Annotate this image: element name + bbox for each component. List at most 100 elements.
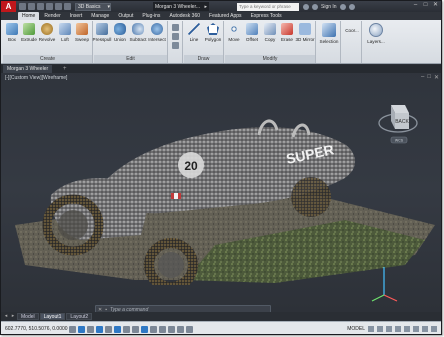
coordinates-button[interactable]: Coor... [343, 23, 361, 33]
presspull-button[interactable]: Presspull [93, 23, 111, 42]
snap-mode-icon[interactable] [78, 325, 85, 333]
maximize-icon[interactable]: □ [422, 2, 429, 9]
tab-layout2[interactable]: Layout2 [66, 312, 93, 320]
drawing-viewport[interactable]: Morgan 3 Wheeler + [-][Custom View][Wire… [1, 65, 441, 312]
move-icon [228, 23, 240, 35]
erase-button[interactable]: Erase [279, 23, 295, 42]
tab-express-tools[interactable]: Express Tools [247, 12, 286, 20]
selection-button[interactable]: Selection [318, 23, 340, 44]
isolate-objects-icon[interactable] [422, 326, 428, 332]
grid-display-icon[interactable] [87, 325, 94, 333]
tab-layout1[interactable]: Layout1 [39, 312, 66, 320]
tab-insert[interactable]: Insert [66, 12, 87, 20]
open-file-icon[interactable] [28, 3, 35, 10]
tab-model[interactable]: Model [17, 312, 39, 320]
selection-cycling-icon[interactable] [186, 325, 193, 333]
panel-draw-title[interactable]: Draw [184, 55, 223, 63]
polar-tracking-icon[interactable] [105, 325, 112, 333]
last-layout-icon[interactable]: ▸ [10, 313, 16, 319]
union-button[interactable]: Union [112, 23, 128, 42]
tab-manage[interactable]: Manage [87, 12, 113, 20]
wcs-menu-label[interactable]: WCS [395, 139, 404, 143]
3d-mirror-label: 3D Mirror [295, 37, 315, 42]
model-space-toggle[interactable]: MODEL [347, 326, 365, 332]
panel-misc [169, 21, 183, 63]
revolve-button[interactable]: Revolve [39, 23, 55, 42]
object-snap-icon[interactable] [114, 325, 121, 333]
panel-create-title[interactable]: Create [3, 55, 92, 63]
undo-icon[interactable] [55, 3, 62, 10]
viewport-minimize-icon[interactable]: – [421, 74, 424, 81]
solid-edit-icon[interactable] [172, 24, 179, 31]
viewport-controls-label[interactable]: [-][Custom View][Wireframe] [5, 75, 67, 81]
quick-view-drawings-icon[interactable] [377, 326, 383, 332]
intersect-button[interactable]: Intersect [148, 23, 166, 42]
tab-home[interactable]: Home [18, 12, 40, 20]
copy-button[interactable]: Copy [262, 23, 278, 42]
user-icon[interactable] [312, 3, 318, 10]
lock-icon[interactable] [404, 326, 410, 332]
annotation-scale-icon[interactable] [386, 326, 392, 332]
move-button[interactable]: Move [226, 23, 242, 42]
customization-icon[interactable] [431, 326, 437, 332]
tab-output[interactable]: Output [114, 12, 137, 20]
first-layout-icon[interactable]: ◂ [3, 313, 9, 319]
dynamic-input-icon[interactable] [150, 325, 157, 333]
layers-button[interactable]: Layers... [365, 23, 387, 44]
3d-object-snap-icon[interactable] [123, 325, 130, 333]
extrude-label: Extrude [21, 37, 37, 42]
loft-icon [59, 23, 71, 35]
close-icon[interactable]: ✕ [432, 2, 439, 9]
dynamic-ucs-icon[interactable] [141, 325, 148, 333]
file-tab-morgan[interactable]: Morgan 3 Wheeler [3, 65, 53, 73]
sweep-button[interactable]: Sweep [74, 23, 90, 42]
slice-icon[interactable] [172, 33, 179, 40]
extrude-button[interactable]: Extrude [21, 23, 37, 42]
transparency-icon[interactable] [168, 325, 175, 333]
minimize-icon[interactable]: – [412, 2, 419, 9]
redo-icon[interactable] [64, 3, 71, 10]
viewport-window-controls: – □ ✕ [421, 74, 439, 81]
workspace-switching-icon[interactable] [395, 326, 401, 332]
infer-constraints-icon[interactable] [69, 325, 76, 333]
search-input[interactable]: Type a keyword or phrase [237, 2, 299, 11]
ortho-mode-icon[interactable] [96, 325, 103, 333]
status-bar: 602.7770, 510.5076, 0.0000 MODEL [1, 321, 441, 334]
sign-in-link[interactable]: Sign In [321, 4, 337, 10]
search-icon[interactable] [303, 3, 309, 10]
panel-modify-title[interactable]: Modify [225, 55, 315, 63]
coordinate-readout[interactable]: 602.7770, 510.5076, 0.0000 [5, 326, 69, 332]
viewport-close-icon[interactable]: ✕ [434, 74, 439, 81]
new-file-icon[interactable] [19, 3, 26, 10]
tab-render[interactable]: Render [40, 12, 64, 20]
help-icon[interactable] [348, 3, 355, 10]
workspace-select[interactable]: 3D Basics ▾ [75, 2, 111, 11]
tab-featured-apps[interactable]: Featured Apps [205, 12, 246, 20]
viewport-restore-icon[interactable]: □ [427, 74, 431, 81]
thicken-icon[interactable] [172, 42, 179, 49]
quick-properties-icon[interactable] [177, 325, 184, 333]
save-icon[interactable] [37, 3, 44, 10]
offset-button[interactable]: Offset [244, 23, 260, 42]
panel-edit-title[interactable]: Edit [94, 55, 167, 63]
polygon-button[interactable]: Polygon [205, 23, 221, 42]
quick-view-layouts-icon[interactable] [368, 326, 374, 332]
save-as-icon[interactable] [46, 3, 53, 10]
subtract-button[interactable]: Subtract [129, 23, 147, 42]
viewcube-face-label: BACK [395, 119, 409, 125]
object-snap-tracking-icon[interactable] [132, 325, 139, 333]
3d-mirror-button[interactable]: 3D Mirror [295, 23, 315, 42]
sweep-label: Sweep [74, 37, 90, 42]
line-button[interactable]: Line [186, 23, 202, 42]
new-tab-icon[interactable]: + [63, 65, 67, 73]
loft-button[interactable]: Loft [57, 23, 73, 42]
tab-autodesk-360[interactable]: Autodesk 360 [165, 12, 204, 20]
hardware-acceleration-icon[interactable] [413, 326, 419, 332]
tab-plug-ins[interactable]: Plug-ins [138, 12, 164, 20]
exchange-icon[interactable] [339, 3, 346, 10]
viewcube[interactable]: BACK WCS [377, 89, 419, 145]
box-button[interactable]: Box [4, 23, 20, 42]
box-icon [6, 23, 18, 35]
application-menu-button[interactable]: A [1, 1, 16, 12]
lineweight-icon[interactable] [159, 325, 166, 333]
